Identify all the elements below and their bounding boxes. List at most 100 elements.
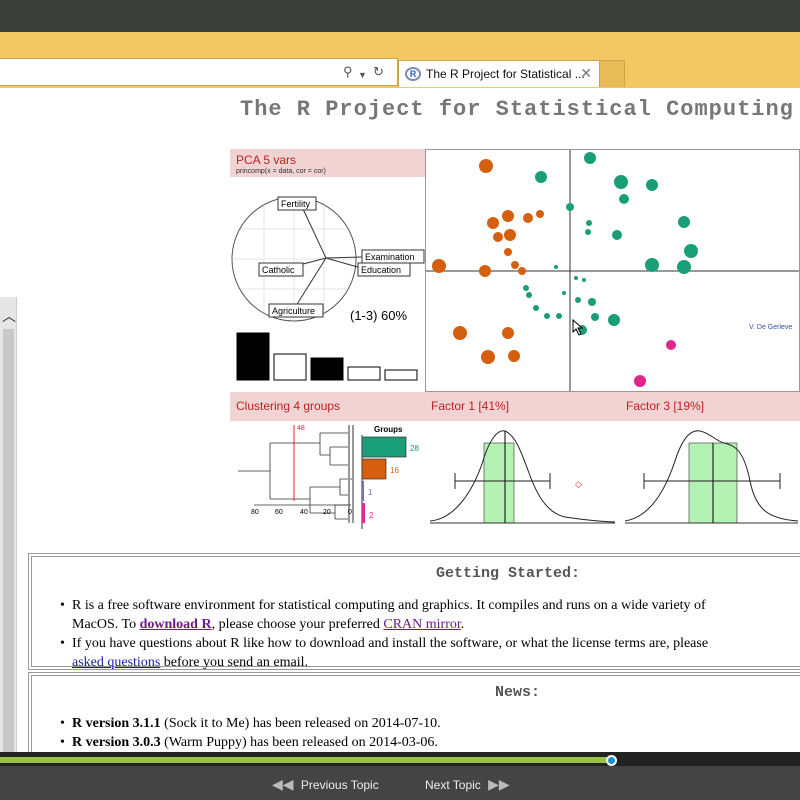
scatter-point (585, 229, 591, 235)
group-count: 16 (390, 466, 399, 475)
credit-text: V. De Gerieve (749, 324, 792, 331)
cran-mirror-link[interactable]: CRAN mirror (383, 617, 460, 632)
scatter-point (575, 297, 581, 303)
scatter-point (619, 194, 629, 204)
pca-circle-plot: Fertility Examination Catholic Education… (231, 196, 425, 381)
web-page: ︿ ﹀ The R Project for Statistical Comput… (0, 88, 800, 752)
fast-forward-icon: ▶▶ (488, 776, 510, 792)
scatter-point (544, 313, 550, 319)
scrollbar-thumb[interactable] (3, 329, 14, 752)
scatter-point (536, 210, 544, 218)
outlier-marker: ◇ (575, 480, 582, 490)
search-icon[interactable]: ⚲ (343, 64, 353, 80)
axis-tick: 60 (275, 509, 283, 516)
group-count: 1 (368, 488, 373, 497)
player-controls: ◀◀ Previous Topic Next Topic ▶▶ (0, 766, 800, 800)
scatter-point (678, 216, 690, 228)
scatter-plot: V. De Gerieve (425, 149, 800, 392)
close-tab-icon[interactable]: ✕ (580, 65, 592, 82)
axis-tick: 40 (300, 509, 308, 516)
download-r-link[interactable]: download R (140, 617, 212, 632)
scatter-point (493, 232, 503, 242)
scatter-point (526, 292, 532, 298)
refresh-icon[interactable]: ↻ (373, 64, 384, 80)
browser-tab[interactable]: R The R Project for Statistical ... ✕ (398, 60, 600, 87)
news-item: • R version 3.0.3 (Warm Puppy) has been r… (60, 735, 438, 750)
scatter-point (432, 259, 446, 273)
news-section: News: • R version 3.1.1 (Sock it to Me) h… (28, 672, 800, 752)
news-item: • R version 3.1.1 (Sock it to Me) has bee… (60, 716, 441, 731)
bullet-item: • R is a free software environment for st… (60, 598, 706, 613)
scatter-point (566, 203, 574, 211)
groups-title: Groups (374, 425, 403, 434)
scatter-point (586, 220, 592, 226)
address-bar[interactable]: ⚲ ▼ ↻ (0, 58, 398, 86)
scatter-point (562, 291, 566, 295)
scatter-point (584, 152, 596, 164)
getting-started-section: Getting Started: • R is a free software e… (28, 553, 800, 670)
scatter-point (487, 217, 499, 229)
scatter-svg: V. De Gerieve (426, 150, 799, 391)
scatter-point (614, 175, 628, 189)
scatter-point (479, 159, 493, 173)
var-label: Fertility (281, 199, 310, 209)
dendrogram-plot: 48 80 60 40 20 0 Groups 28 16 1 2 (238, 425, 419, 529)
pca-subtitle: princomp(x = data, cor = cor) (236, 168, 326, 175)
progress-bar[interactable] (0, 752, 800, 766)
bullet-item-cont: MacOS. To download R, please choose your… (72, 617, 465, 632)
axis-tick: 0 (348, 509, 352, 516)
scatter-point (504, 248, 512, 256)
factor1-label: Factor 1 [41%] (425, 392, 620, 421)
vertical-scrollbar[interactable]: ︿ ﹀ (0, 297, 17, 752)
scatter-point (523, 213, 533, 223)
next-topic-button[interactable]: Next Topic ▶▶ (425, 776, 510, 793)
pca-percentage: (1-3) 60% (350, 308, 408, 323)
scatter-point (502, 327, 514, 339)
factor3-density-plot (624, 430, 799, 524)
page-title: The R Project for Statistical Computing (240, 97, 794, 122)
scatter-point (556, 313, 562, 319)
progress-knob[interactable] (606, 755, 617, 766)
scatter-point (511, 261, 519, 269)
scatter-point (684, 244, 698, 258)
new-tab-button[interactable] (600, 60, 625, 87)
clustering-label: Clustering 4 groups (230, 392, 425, 421)
var-label: Education (361, 265, 401, 275)
factor3-label: Factor 3 [19%] (620, 392, 800, 421)
scatter-point (479, 265, 491, 277)
scroll-up-icon[interactable]: ︿ (2, 309, 16, 323)
scatter-point (612, 230, 622, 240)
scatter-point (533, 305, 539, 311)
scatter-point (608, 314, 620, 326)
scatter-point (504, 229, 516, 241)
faq-link[interactable]: asked questions (72, 655, 160, 670)
progress-fill (0, 757, 612, 763)
axis-tick: 20 (323, 509, 331, 516)
bullet-item: • If you have questions about R like how … (60, 636, 709, 651)
scatter-point (646, 179, 658, 191)
dropdown-icon[interactable]: ▼ (358, 67, 367, 83)
var-label: Catholic (262, 265, 295, 275)
mouse-cursor-icon (572, 318, 584, 336)
scatter-point (481, 350, 495, 364)
axis-tick: 80 (251, 509, 259, 516)
scatter-point (535, 171, 547, 183)
section-heading: Getting Started: (436, 565, 581, 582)
scatter-point (574, 276, 578, 280)
scatter-point (502, 210, 514, 222)
title-bar (0, 0, 800, 32)
group-count: 2 (369, 511, 374, 520)
scatter-point (523, 285, 529, 291)
group-count: 28 (410, 444, 419, 453)
previous-topic-button[interactable]: ◀◀ Previous Topic (272, 776, 379, 793)
scatter-point (645, 258, 659, 272)
tab-title: The R Project for Statistical ... (426, 67, 585, 81)
factor1-density-plot: ◇ (429, 430, 616, 524)
scatter-point (677, 260, 691, 274)
scatter-point (554, 265, 558, 269)
cut-label: 48 (297, 425, 305, 432)
var-label: Examination (365, 252, 415, 262)
scatter-point (588, 298, 596, 306)
scatter-point (518, 267, 526, 275)
bullet-item-cont: asked questions before you send an email… (72, 655, 308, 670)
